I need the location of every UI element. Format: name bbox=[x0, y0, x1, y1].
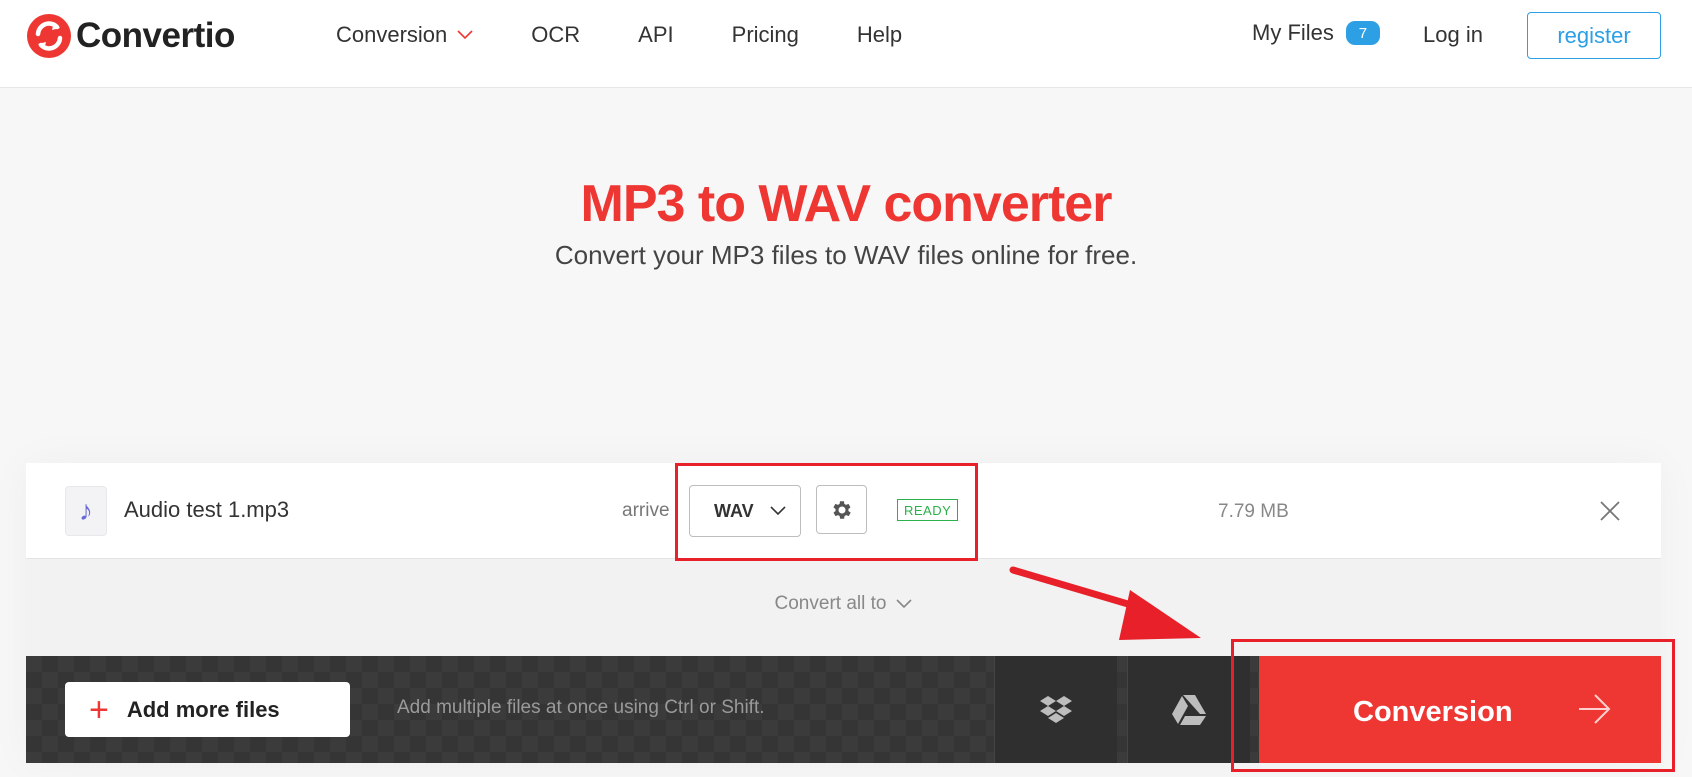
site-header: Convertio Conversion OCR API Pricing Hel… bbox=[0, 0, 1692, 88]
convert-all-dropdown[interactable]: Convert all to bbox=[26, 593, 1661, 615]
my-files-count-badge: 7 bbox=[1345, 21, 1380, 45]
page-subtitle: Convert your MP3 files to WAV files onli… bbox=[554, 240, 1138, 270]
dropbox-button[interactable] bbox=[994, 656, 1117, 763]
arrive-label: arrive bbox=[622, 500, 670, 521]
brand-name: Convertio bbox=[76, 16, 235, 55]
plus-icon: + bbox=[89, 690, 109, 729]
convertio-logo-icon bbox=[27, 14, 71, 58]
my-files-label: My Files bbox=[1252, 20, 1334, 45]
add-more-files-button[interactable]: + Add more files bbox=[65, 682, 350, 737]
annotation-format-highlight bbox=[675, 463, 978, 561]
nav-item-pricing[interactable]: Pricing bbox=[732, 22, 799, 48]
nav-item-api[interactable]: API bbox=[638, 22, 673, 48]
file-name: Audio test 1.mp3 bbox=[124, 497, 290, 522]
brand-logo[interactable]: Convertio bbox=[26, 12, 235, 60]
file-size: 7.79 MB bbox=[1218, 501, 1289, 522]
nav-item-label: Conversion bbox=[336, 22, 448, 47]
main-nav: Conversion OCR API Pricing Help bbox=[336, 20, 960, 50]
nav-item-ocr[interactable]: OCR bbox=[531, 22, 580, 48]
chevron-down-icon bbox=[896, 599, 913, 609]
nav-item-help[interactable]: Help bbox=[857, 22, 902, 48]
annotation-arrow-icon bbox=[1009, 566, 1201, 640]
my-files-link[interactable]: My Files 7 bbox=[1252, 20, 1380, 46]
login-link[interactable]: Log in bbox=[1423, 22, 1483, 48]
music-note-icon: ♪ bbox=[65, 486, 107, 536]
register-button[interactable]: register bbox=[1527, 12, 1661, 59]
chevron-down-icon bbox=[457, 30, 473, 40]
multi-file-hint: Add multiple files at once using Ctrl or… bbox=[397, 697, 765, 718]
google-drive-icon bbox=[1172, 694, 1206, 725]
annotation-convert-highlight bbox=[1231, 639, 1675, 772]
close-icon[interactable] bbox=[1598, 499, 1622, 523]
page-title: MP3 to WAV converter bbox=[580, 175, 1113, 233]
dropbox-icon bbox=[1040, 695, 1072, 723]
add-files-label: Add more files bbox=[126, 696, 280, 722]
convert-all-label: Convert all to bbox=[774, 593, 887, 614]
nav-item-conversion[interactable]: Conversion bbox=[336, 22, 473, 48]
